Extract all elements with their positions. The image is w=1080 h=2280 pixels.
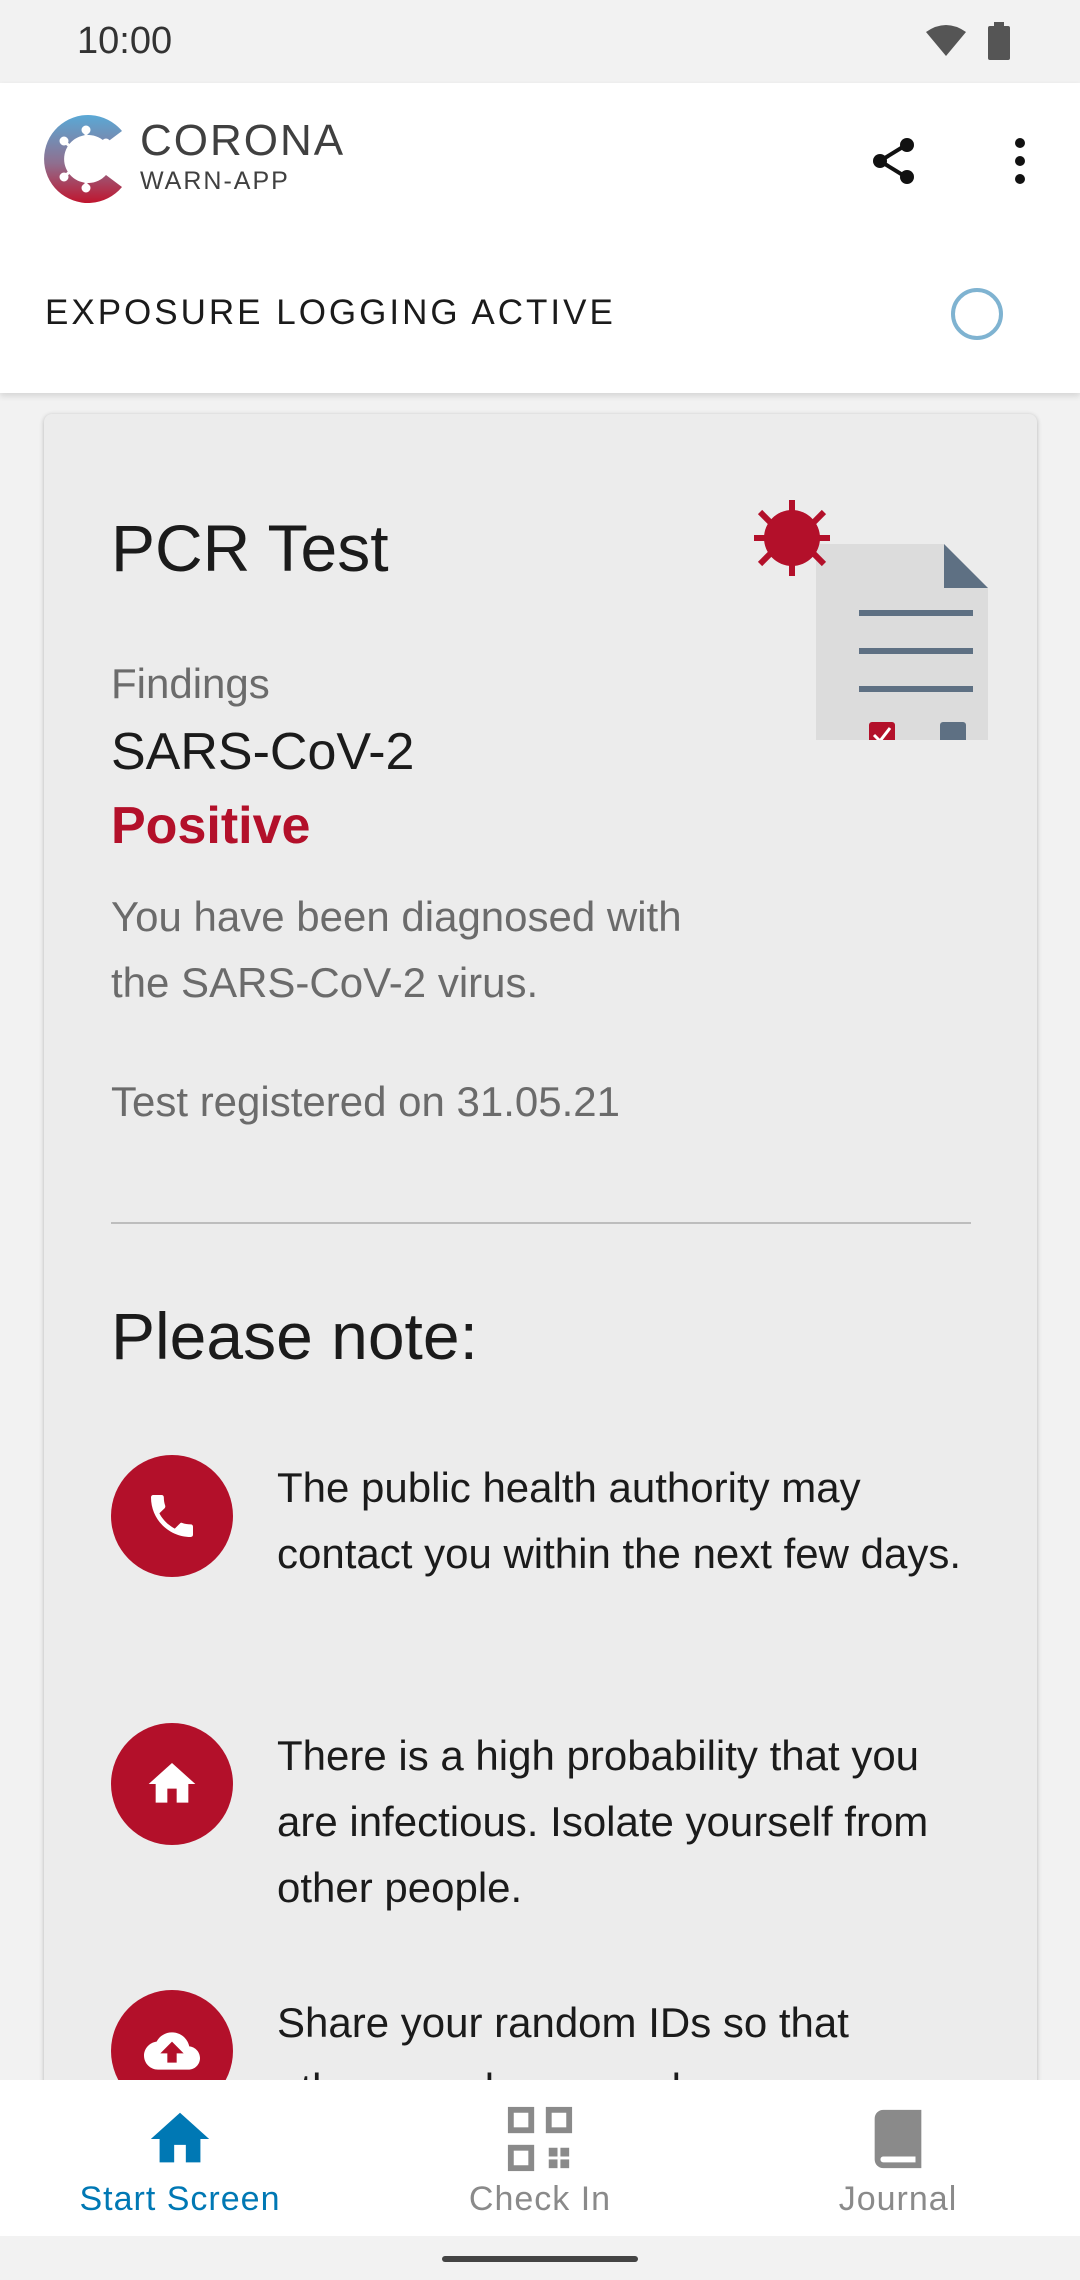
findings-virus: SARS-CoV-2: [111, 723, 415, 781]
more-options-icon: [1015, 138, 1025, 184]
note-title: Please note:: [111, 1299, 478, 1373]
nav-label: Start Screen: [79, 2180, 281, 2218]
exposure-logging-status[interactable]: EXPOSURE LOGGING ACTIVE: [45, 293, 616, 333]
nav-check-in[interactable]: Check In: [410, 2080, 670, 2236]
qr-code-icon: [507, 2106, 573, 2172]
phone-icon: [111, 1455, 233, 1577]
corona-warn-app-logo: [44, 115, 122, 203]
card-title: PCR Test: [111, 511, 389, 585]
share-icon: [873, 138, 914, 184]
gesture-handle[interactable]: [442, 2256, 638, 2262]
brand-wordmark: CORONA WARN-APP: [140, 119, 345, 196]
status-bar: 10:00: [0, 0, 1080, 83]
more-options-button[interactable]: [1000, 135, 1040, 187]
app-bar: CORONA WARN-APP EXPOSURE LOGGING ACTIVE: [0, 83, 1080, 393]
test-registered-date: Test registered on 31.05.21: [111, 1078, 621, 1125]
share-button[interactable]: [868, 135, 920, 187]
home-icon: [111, 1723, 233, 1845]
test-document-illustration: [754, 500, 988, 740]
findings-result: Positive: [111, 797, 311, 855]
exposure-status-indicator-icon: [951, 288, 1003, 340]
battery-icon: [988, 22, 1010, 60]
brand-main: CORONA: [140, 116, 346, 165]
divider: [111, 1222, 971, 1224]
nav-label: Journal: [838, 2180, 958, 2218]
nav-label: Check In: [468, 2180, 612, 2218]
nav-journal[interactable]: Journal: [768, 2080, 1028, 2236]
home-icon: [150, 2112, 210, 2163]
test-result-card[interactable]: PCR Test Findings SARS-CoV-2 Positive Yo…: [44, 414, 1037, 2114]
note-text: The public health authority may contact …: [277, 1464, 962, 1577]
gesture-bar: [0, 2236, 1080, 2280]
findings-label: Findings: [111, 660, 270, 707]
wifi-icon: [926, 25, 966, 56]
nav-start-screen[interactable]: Start Screen: [50, 2080, 310, 2236]
findings-description: You have been diagnosed with the SARS-Co…: [111, 893, 682, 1006]
status-icons: [926, 22, 1010, 60]
brand-sub: WARN-APP: [140, 167, 290, 195]
book-icon: [874, 2109, 922, 2169]
note-text: There is a high probability that you are…: [277, 1732, 929, 1911]
bottom-navigation: Start Screen Check In Journal: [0, 2080, 1080, 2236]
status-time: 10:00: [77, 20, 173, 62]
